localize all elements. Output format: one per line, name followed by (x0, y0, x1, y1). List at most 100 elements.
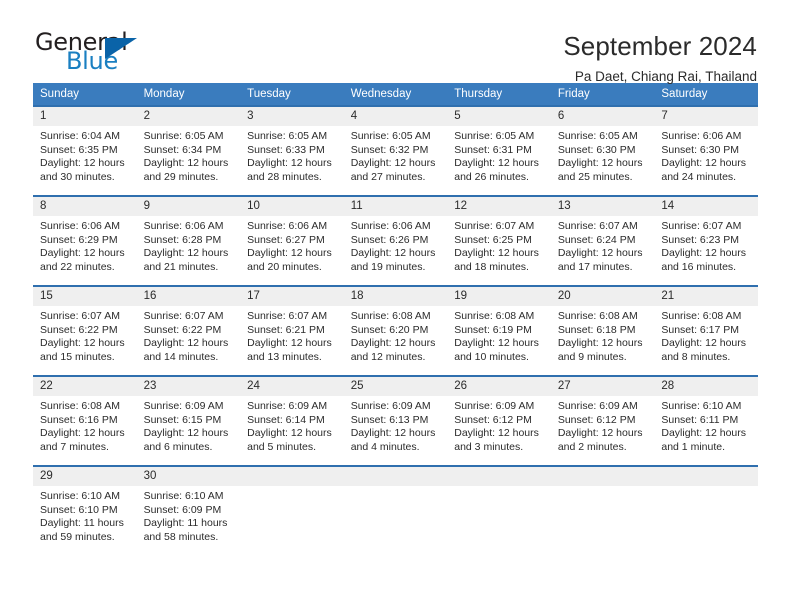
sunrise-text: Sunrise: 6:05 AM (557, 130, 638, 142)
daylight-text-line1: Daylight: 11 hours (143, 517, 228, 530)
day-cell[interactable]: 11 Sunrise: 6:06 AM Sunset: 6:26 PM Dayligh… (343, 195, 448, 278)
day-number: 11 (343, 197, 448, 216)
week-spacer (33, 368, 758, 376)
day-details (240, 486, 344, 490)
sunrise-text: Sunrise: 6:05 AM (350, 130, 431, 142)
sunrise-text: Sunrise: 6:05 AM (143, 130, 224, 142)
daylight-text-line2: and 20 minutes. (247, 260, 322, 273)
sunrise-text: Sunrise: 6:09 AM (143, 400, 224, 412)
day-cell[interactable]: 21 Sunrise: 6:08 AM Sunset: 6:17 PM Dayligh… (654, 285, 758, 368)
sunrise-text: Sunrise: 6:05 AM (247, 130, 328, 142)
daylight-text-line2: and 3 minutes. (454, 440, 524, 453)
day-cell[interactable]: 30 Sunrise: 6:10 AM Sunset: 6:09 PM Dayligh… (136, 465, 241, 548)
title-block: September 2024 Pa Daet, Chiang Rai, Thai… (563, 30, 758, 88)
daylight-text-line1: Daylight: 12 hours (661, 427, 747, 440)
day-cell[interactable]: 9 Sunrise: 6:06 AM Sunset: 6:28 PM Daylight… (136, 195, 241, 278)
day-cell[interactable]: 29 Sunrise: 6:10 AM Sunset: 6:10 PM Dayligh… (33, 465, 137, 548)
day-cell[interactable]: 14 Sunrise: 6:07 AM Sunset: 6:23 PM Dayligh… (654, 195, 758, 278)
day-cell[interactable]: 6 Sunrise: 6:05 AM Sunset: 6:30 PM Daylight… (550, 105, 655, 188)
day-cell[interactable]: 10 Sunrise: 6:06 AM Sunset: 6:27 PM Dayligh… (240, 195, 344, 278)
day-details: Sunrise: 6:08 AM Sunset: 6:20 PM Daylight:… (344, 306, 448, 364)
day-number: 13 (550, 197, 655, 216)
day-cell[interactable]: 20 Sunrise: 6:08 AM Sunset: 6:18 PM Dayligh… (550, 285, 655, 368)
day-cell[interactable]: 22 Sunrise: 6:08 AM Sunset: 6:16 PM Dayligh… (33, 375, 137, 458)
day-details: Sunrise: 6:06 AM Sunset: 6:28 PM Daylight:… (137, 216, 241, 274)
daylight-text-line1: Daylight: 12 hours (247, 427, 332, 440)
sunrise-text: Sunrise: 6:07 AM (247, 310, 328, 322)
sunrise-text: Sunrise: 6:08 AM (557, 310, 638, 322)
day-cell[interactable]: 17 Sunrise: 6:07 AM Sunset: 6:21 PM Dayligh… (240, 285, 344, 368)
day-cell[interactable]: 19 Sunrise: 6:08 AM Sunset: 6:19 PM Dayligh… (447, 285, 551, 368)
day-cell[interactable]: 26 Sunrise: 6:09 AM Sunset: 6:12 PM Dayligh… (447, 375, 551, 458)
day-cell[interactable]: 16 Sunrise: 6:07 AM Sunset: 6:22 PM Dayligh… (136, 285, 241, 368)
day-cell-empty (343, 465, 448, 548)
daylight-text-line1: Daylight: 12 hours (143, 427, 229, 440)
daylight-text-line1: Daylight: 12 hours (40, 337, 125, 350)
day-cell[interactable]: 25 Sunrise: 6:09 AM Sunset: 6:13 PM Dayligh… (343, 375, 448, 458)
day-details (447, 486, 551, 490)
daylight-text-line1: Daylight: 12 hours (557, 157, 643, 170)
day-cell[interactable]: 4 Sunrise: 6:05 AM Sunset: 6:32 PM Daylight… (343, 105, 448, 188)
calendar-week-row: 15 Sunrise: 6:07 AM Sunset: 6:22 PM Dayligh… (33, 285, 758, 368)
sunset-text: Sunset: 6:14 PM (247, 413, 325, 426)
day-cell[interactable]: 18 Sunrise: 6:08 AM Sunset: 6:20 PM Dayligh… (343, 285, 448, 368)
day-cell[interactable]: 12 Sunrise: 6:07 AM Sunset: 6:25 PM Dayligh… (447, 195, 551, 278)
day-cell[interactable]: 15 Sunrise: 6:07 AM Sunset: 6:22 PM Dayligh… (33, 285, 137, 368)
day-details: Sunrise: 6:05 AM Sunset: 6:33 PM Daylight:… (240, 126, 344, 184)
day-cell-empty (447, 465, 551, 548)
daylight-text-line2: and 10 minutes. (454, 350, 529, 363)
day-cell[interactable]: 2 Sunrise: 6:05 AM Sunset: 6:34 PM Daylight… (136, 105, 241, 188)
calendar-week-row: 8 Sunrise: 6:06 AM Sunset: 6:29 PM Daylight… (33, 195, 758, 278)
daylight-text-line1: Daylight: 12 hours (247, 157, 332, 170)
week-spacer (33, 458, 758, 466)
daylight-text-line2: and 58 minutes. (143, 530, 219, 543)
day-cell[interactable]: 24 Sunrise: 6:09 AM Sunset: 6:14 PM Dayligh… (240, 375, 344, 458)
day-cell[interactable]: 7 Sunrise: 6:06 AM Sunset: 6:30 PM Daylight… (654, 105, 758, 188)
sunset-text: Sunset: 6:18 PM (557, 323, 636, 336)
sunset-text: Sunset: 6:27 PM (247, 233, 325, 246)
day-number (240, 467, 344, 486)
day-number: 18 (343, 287, 448, 306)
sunset-text: Sunset: 6:21 PM (247, 323, 325, 336)
daylight-text-line1: Daylight: 12 hours (454, 337, 539, 350)
day-number: 1 (33, 107, 137, 126)
weekday-header-thursday: Thursday (447, 83, 551, 106)
day-cell[interactable]: 28 Sunrise: 6:10 AM Sunset: 6:11 PM Dayligh… (654, 375, 758, 458)
daylight-text-line2: and 17 minutes. (557, 260, 633, 273)
day-number: 22 (33, 377, 137, 396)
week-spacer (33, 278, 758, 286)
day-cell[interactable]: 23 Sunrise: 6:09 AM Sunset: 6:15 PM Dayligh… (136, 375, 241, 458)
day-cell[interactable]: 13 Sunrise: 6:07 AM Sunset: 6:24 PM Dayligh… (550, 195, 655, 278)
day-details: Sunrise: 6:06 AM Sunset: 6:30 PM Daylight:… (654, 126, 758, 184)
day-number: 17 (240, 287, 344, 306)
day-number: 16 (136, 287, 241, 306)
day-cell[interactable]: 3 Sunrise: 6:05 AM Sunset: 6:33 PM Daylight… (240, 105, 344, 188)
daylight-text-line2: and 7 minutes. (40, 440, 109, 453)
weekday-header-monday: Monday (136, 83, 241, 106)
calendar-week-row: 22 Sunrise: 6:08 AM Sunset: 6:16 PM Dayligh… (33, 375, 758, 458)
day-details: Sunrise: 6:09 AM Sunset: 6:13 PM Daylight:… (344, 396, 448, 454)
day-details: Sunrise: 6:08 AM Sunset: 6:16 PM Daylight:… (33, 396, 137, 454)
day-number (343, 467, 448, 486)
day-cell[interactable]: 8 Sunrise: 6:06 AM Sunset: 6:29 PM Daylight… (33, 195, 137, 278)
generalblue-logo[interactable]: General Blue (33, 30, 145, 78)
daylight-text-line2: and 5 minutes. (247, 440, 317, 453)
daylight-text-line1: Daylight: 12 hours (350, 247, 436, 260)
day-cell[interactable]: 27 Sunrise: 6:09 AM Sunset: 6:12 PM Dayligh… (550, 375, 655, 458)
daylight-text-line2: and 18 minutes. (454, 260, 529, 273)
sunset-text: Sunset: 6:12 PM (557, 413, 636, 426)
day-cell[interactable]: 5 Sunrise: 6:05 AM Sunset: 6:31 PM Daylight… (447, 105, 551, 188)
daylight-text-line1: Daylight: 12 hours (350, 157, 436, 170)
daylight-text-line1: Daylight: 12 hours (143, 157, 229, 170)
sunrise-text: Sunrise: 6:06 AM (247, 220, 328, 232)
daylight-text-line2: and 2 minutes. (557, 440, 627, 453)
day-cell[interactable]: 1 Sunrise: 6:04 AM Sunset: 6:35 PM Daylight… (33, 105, 137, 188)
daylight-text-line1: Daylight: 12 hours (40, 247, 125, 260)
daylight-text-line2: and 27 minutes. (350, 170, 426, 183)
week-spacer (33, 188, 758, 196)
daylight-text-line2: and 15 minutes. (40, 350, 115, 363)
day-details (654, 486, 758, 490)
sunset-text: Sunset: 6:33 PM (247, 143, 325, 156)
sunset-text: Sunset: 6:30 PM (557, 143, 636, 156)
day-number: 24 (240, 377, 344, 396)
